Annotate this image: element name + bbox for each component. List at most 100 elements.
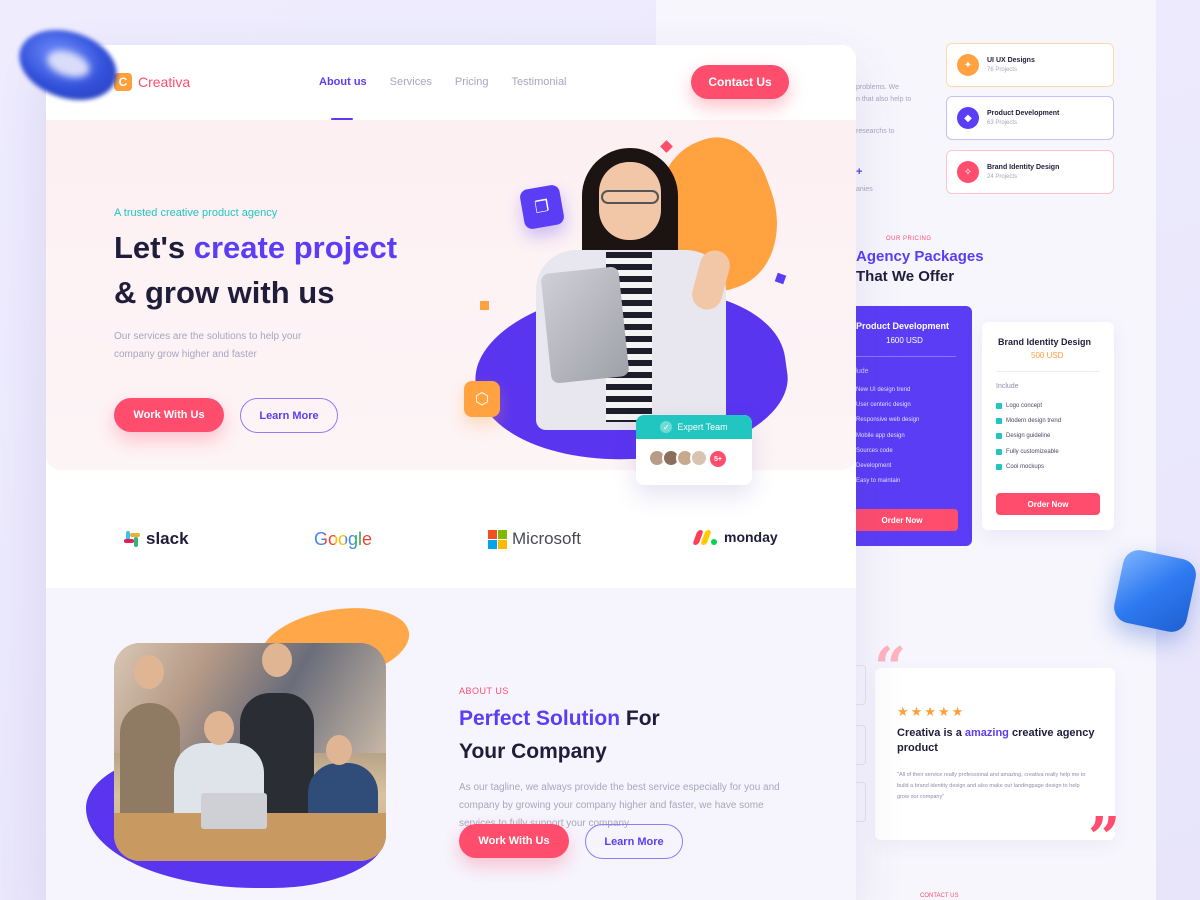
testimonial-card: ★★★★★ Creativa is a amazing creative age… — [875, 668, 1115, 840]
microsoft-logo: Microsoft — [488, 529, 581, 549]
service-card-brand[interactable]: ✧ Brand Identity Design 24 Projects — [946, 150, 1114, 194]
service-title: Product Development — [987, 110, 1060, 117]
avatar — [690, 449, 708, 467]
divider — [996, 371, 1100, 372]
pricing-title-highlight: Agency Packages — [856, 248, 984, 265]
plan-feature: Fully customizeable — [996, 444, 1061, 459]
about-title-line2: Your Company — [459, 740, 607, 763]
plan-feature-label: Responsive web design — [856, 417, 920, 424]
plan-feature: Sources code — [846, 443, 919, 458]
service-title: UI UX Designs — [987, 57, 1035, 64]
slack-icon — [124, 531, 140, 547]
plan-feature: Logo concept — [996, 398, 1061, 413]
logo-text: Creativa — [138, 74, 191, 90]
monday-icon — [692, 529, 719, 545]
nav-links: About us Services Pricing Testimonial — [319, 76, 590, 120]
learn-more-button[interactable]: Learn More — [585, 824, 683, 859]
plan-feature: Modern design trend — [996, 413, 1061, 428]
more-members-badge: 5+ — [708, 449, 728, 469]
about-section: ABOUT US Perfect Solution For Your Compa… — [46, 588, 856, 900]
divider — [856, 356, 956, 357]
service-title: Brand Identity Design — [987, 164, 1060, 171]
expert-team-card: ✓ Expert Team 5+ — [636, 415, 752, 485]
contact-us-button[interactable]: Contact Us — [691, 65, 789, 99]
nav-link-pricing[interactable]: Pricing — [455, 76, 489, 88]
pricing-title: Agency Packages That We Offer — [856, 247, 984, 287]
service-card-product[interactable]: ◆ Product Development 63 Projects — [946, 96, 1114, 140]
plan-feature: Easy to maintain — [846, 474, 919, 489]
logo[interactable]: C Creativa — [114, 73, 190, 91]
about-title-rest: For — [620, 707, 660, 730]
microsoft-wordmark: Microsoft — [512, 529, 581, 548]
plan-feature-label: New UI design trend — [856, 386, 911, 393]
rating-stars: ★★★★★ — [897, 704, 966, 719]
hero-title-line2: & grow with us — [114, 275, 335, 310]
plan-feature: User centeric design — [846, 397, 919, 412]
plan-feature-label: Development — [856, 463, 892, 470]
monday-wordmark: monday — [724, 529, 778, 545]
service-card-uiux[interactable]: ✦ UI UX Designs 76 Projects — [946, 43, 1114, 87]
nav-link-services[interactable]: Services — [390, 76, 432, 88]
partial-text: problems. We — [856, 84, 900, 91]
brand-logos: slack Google Microsoft monday — [46, 515, 856, 565]
service-count: 24 Projects — [987, 174, 1018, 180]
contact-overline: CONTACT US — [920, 893, 959, 899]
plan-feature-label: User centeric design — [856, 401, 911, 408]
team-photo — [114, 643, 386, 861]
plan-feature-label: Sources code — [856, 447, 893, 454]
hero-title-part1: Let's — [114, 230, 194, 265]
nav-link-testimonial[interactable]: Testimonial — [511, 76, 566, 88]
hero-person-image — [526, 140, 736, 440]
check-icon — [996, 463, 1002, 470]
plan-feature: Cool mockups — [996, 459, 1061, 474]
testimonial-title: Creativa is a amazing creative agency pr… — [897, 726, 1107, 756]
learn-more-button[interactable]: Learn More — [240, 398, 338, 433]
expert-team-header: ✓ Expert Team — [636, 415, 752, 439]
check-circle-icon: ✓ — [660, 421, 673, 433]
plan-feature-label: Mobile app design — [856, 432, 905, 439]
service-count: 76 Projects — [987, 67, 1018, 73]
work-with-us-button[interactable]: Work With Us — [114, 398, 224, 432]
plan-feature: New UI design trend — [846, 382, 919, 397]
testimonial-tab[interactable] — [856, 782, 866, 822]
testimonial-tab[interactable] — [856, 725, 866, 765]
plan-price: 1600 USD — [886, 336, 923, 345]
plan-feature-label: Cool mockups — [1006, 463, 1045, 470]
check-icon — [996, 402, 1002, 409]
work-with-us-button[interactable]: Work With Us — [459, 824, 569, 858]
plan-include-label: Include — [996, 383, 1019, 390]
copy-icon: ❐ — [518, 183, 566, 231]
partial-text: researchs to — [856, 128, 895, 135]
plan-feature-label: Fully customizeable — [1006, 448, 1059, 455]
order-now-button[interactable]: Order Now — [846, 509, 958, 531]
plan-feature-label: Easy to maintain — [856, 478, 901, 485]
nav-link-about[interactable]: About us — [319, 76, 367, 120]
plan-name: Brand Identity Design — [998, 337, 1092, 347]
microsoft-icon — [488, 529, 507, 549]
google-logo: Google — [314, 529, 372, 550]
plan-name: Product Development — [856, 321, 950, 331]
testimonial-quote: "All of their service really professiona… — [897, 772, 1086, 800]
top-nav: C Creativa About us Services Pricing Tes… — [46, 45, 856, 120]
plan-card-brand-identity: Brand Identity Design 500 USD Include Lo… — [982, 322, 1114, 530]
compass-icon: ✧ — [957, 161, 979, 183]
google-wordmark: Google — [314, 529, 373, 549]
plan-card-product-development: Product Development 1600 USD Include New… — [846, 306, 972, 546]
pricing-overline: OUR PRICING — [886, 236, 932, 242]
check-icon — [996, 433, 1002, 440]
hero-subtitle: Our services are the solutions to help y… — [114, 331, 302, 360]
plan-feature: Development — [846, 458, 919, 473]
about-title-highlight: Perfect Solution — [459, 707, 621, 730]
service-count: 63 Projects — [987, 120, 1018, 126]
hero-eyebrow: A trusted creative product agency — [114, 207, 278, 219]
plan-feature-label: Logo concept — [1006, 402, 1043, 409]
plan-feature-list: Logo concept Modern design trend Design … — [996, 398, 1061, 474]
plan-feature: Mobile app design — [846, 428, 919, 443]
hero-title-highlight: create project — [193, 230, 398, 265]
partial-text: anies — [856, 186, 873, 193]
about-overline: ABOUT US — [459, 686, 509, 696]
plan-feature: Design guideline — [996, 429, 1061, 444]
order-now-button[interactable]: Order Now — [996, 493, 1100, 515]
testimonial-tab[interactable] — [856, 665, 866, 705]
html5-icon: ⬡ — [464, 381, 500, 417]
